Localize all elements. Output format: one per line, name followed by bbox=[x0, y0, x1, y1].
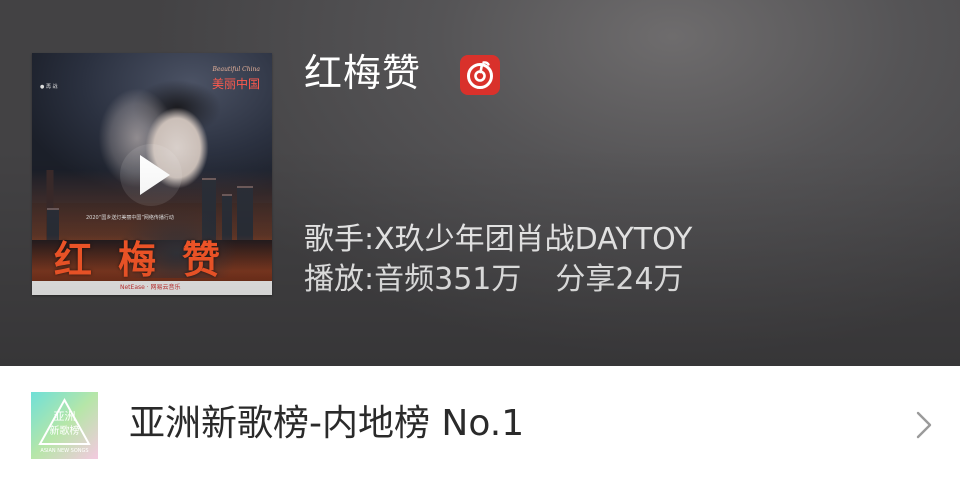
svg-text:新歌榜: 新歌榜 bbox=[50, 424, 80, 437]
stats-line: 播放:音频351万 分享24万 bbox=[304, 254, 684, 320]
singer-line: 歌手:X玖少年团肖战DAYTOY bbox=[304, 222, 693, 257]
chevron-right-icon[interactable] bbox=[912, 409, 936, 441]
cover-small-text: ● 再 战 bbox=[40, 84, 58, 90]
chart-rank-label: 亚洲新歌榜-内地榜 No.1 bbox=[129, 403, 525, 444]
play-icon[interactable] bbox=[118, 142, 184, 208]
netease-music-icon bbox=[460, 55, 500, 95]
chart-ranking-row[interactable]: 亚洲 新歌榜 ASIAN NEW SONGS 亚洲新歌榜-内地榜 No.1 bbox=[0, 366, 960, 483]
cover-brand-logo: Beautiful China 美丽中国 bbox=[211, 66, 260, 91]
svg-text:亚洲: 亚洲 bbox=[54, 410, 76, 423]
album-cover[interactable]: ● 再 战 Beautiful China 美丽中国 2020“国乡送灯美丽中国… bbox=[32, 53, 272, 295]
svg-text:ASIAN NEW SONGS: ASIAN NEW SONGS bbox=[40, 448, 88, 454]
cover-footer-strip: NetEase · 网易云音乐 bbox=[32, 281, 272, 295]
play-count: 播放:音频351万 bbox=[304, 262, 522, 297]
share-count: 分享24万 bbox=[555, 262, 684, 297]
cover-calligraphy: 红梅赞 bbox=[54, 237, 247, 282]
cover-note: 2020“国乡送灯美丽中国”网络传播行动 bbox=[86, 215, 174, 221]
asian-new-songs-chart-logo: 亚洲 新歌榜 ASIAN NEW SONGS bbox=[31, 392, 98, 459]
song-title: 红梅赞 bbox=[304, 51, 422, 95]
song-header: ● 再 战 Beautiful China 美丽中国 2020“国乡送灯美丽中国… bbox=[0, 0, 960, 366]
